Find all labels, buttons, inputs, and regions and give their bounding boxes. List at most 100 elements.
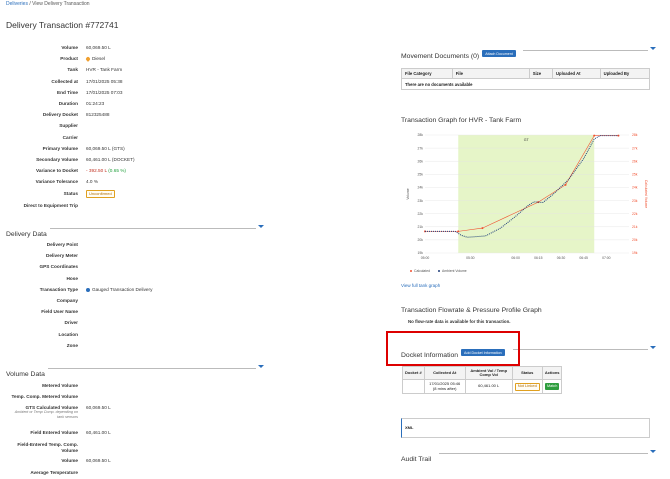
- y-tick-label: 21k: [418, 225, 424, 229]
- transaction-chart: GT 19k 19k 20k 20k 21k 21k 22k 22k 23k 23k 24k 24k 25…: [406, 133, 648, 273]
- detail-label: Carrier: [62, 134, 78, 140]
- detail-row-volume: Volume 60,069.50 L: [6, 43, 264, 54]
- match-button[interactable]: Match: [544, 383, 560, 391]
- y2-tick-label: 21k: [632, 225, 638, 229]
- y-tick-label: 24k: [418, 186, 424, 190]
- breadcrumb-separator: /: [29, 1, 31, 7]
- delivery-label: GPS Coordinates: [39, 264, 78, 270]
- docket-status: Not Linked: [511, 379, 543, 395]
- data-point: [593, 134, 596, 137]
- detail-row-supplier: Supplier: [6, 121, 264, 132]
- product-link[interactable]: Diesel: [85, 56, 106, 62]
- delivery-row: Delivery Point: [6, 240, 264, 251]
- breadcrumb-deliveries-link[interactable]: Deliveries: [6, 1, 28, 7]
- y2-tick-label: 20k: [632, 238, 638, 242]
- x-tick-label: 07:00: [602, 256, 611, 260]
- detail-row-secondary-volume: Secondary Volume 60,461.00 L (DOCKET): [6, 155, 264, 166]
- section-title: Delivery Data: [6, 231, 47, 238]
- docket-volume: 60,461.00 L: [464, 379, 513, 395]
- oil-drop-icon: [85, 56, 91, 62]
- chevron-down-icon[interactable]: [258, 225, 264, 228]
- detail-label: Tank: [67, 67, 78, 73]
- column-header: Status: [511, 365, 543, 381]
- x-tick-label: 05:00: [421, 256, 430, 260]
- delivery-data: Delivery Point Delivery Meter GPS Coordi…: [6, 240, 264, 352]
- no-flow-message: No flow-rate data is available for this …: [408, 319, 511, 324]
- detail-label: Variance Tolerance: [35, 179, 78, 185]
- column-header: Ambient Vol / Temp Comp Vol: [464, 365, 513, 381]
- detail-row-end-time: End Time 17/01/2025 07:03: [6, 88, 264, 99]
- volume-row: Average Temperature: [6, 468, 264, 479]
- attach-document-button[interactable]: Attach Document: [482, 50, 516, 58]
- detail-label: Delivery Docket: [42, 112, 78, 118]
- collected-offset: (8 mins after): [432, 385, 457, 391]
- section-title: Transaction Flowrate & Pressure Profile …: [401, 307, 542, 314]
- delivery-label: Zone: [66, 342, 78, 348]
- detail-row-tolerance: Variance Tolerance 4.0 %: [6, 177, 264, 188]
- product-link-text: Diesel: [92, 56, 106, 62]
- xml-panel[interactable]: XML: [401, 418, 650, 438]
- table-header-row: File Category File Size Uploaded At Uplo…: [401, 68, 651, 79]
- docket-collected: 17/01/2025 05:46 (8 mins after): [423, 379, 466, 395]
- delivery-label: Company: [56, 297, 78, 303]
- delivery-data-section-header[interactable]: Delivery Data: [6, 223, 264, 238]
- chevron-down-icon[interactable]: [650, 47, 656, 50]
- volume-label: Volume: [61, 458, 78, 464]
- legend-item: Calculated: [414, 269, 430, 273]
- column-header: Uploaded By: [599, 68, 651, 79]
- y2-tick-label: 19k: [632, 251, 638, 255]
- chevron-down-icon[interactable]: [650, 450, 656, 453]
- delivery-label: Delivery Point: [46, 242, 78, 247]
- volume-row: GTS Calculated Volume 60,069.50 L Ambient …: [6, 403, 264, 428]
- x-tick-label: 06:00: [511, 256, 520, 260]
- volume-label: Metered Volume: [42, 383, 78, 388]
- detail-label: Status: [63, 191, 78, 197]
- tank-link[interactable]: HVR - Tank Farm: [86, 67, 122, 72]
- volume-data-section-header[interactable]: Volume Data: [6, 363, 264, 378]
- legend-item: Ambient Volume: [442, 269, 467, 273]
- chevron-down-icon[interactable]: [650, 346, 656, 349]
- detail-label: Primary Volume: [42, 145, 78, 151]
- detail-label: Supplier: [59, 123, 78, 129]
- column-header: File Category: [401, 68, 453, 79]
- y-tick-label: 23k: [418, 199, 424, 203]
- section-divider: [513, 349, 648, 350]
- volume-row: Temp. Comp. Metered Volume: [6, 392, 264, 403]
- y-axis-label: Volume: [406, 188, 410, 199]
- volume-row: Field-Entered Temp. Comp. Volume: [6, 440, 264, 456]
- detail-row-status: Status Unconfirmed: [6, 188, 264, 201]
- x-tick-label: 06:45: [579, 256, 588, 260]
- detail-value: 60,461.00 L (DOCKET): [86, 156, 135, 162]
- gauge-icon: [86, 287, 90, 292]
- detail-label: Duration: [58, 100, 78, 106]
- y-tick-label: 28k: [418, 133, 424, 137]
- empty-message: There are no documents available: [401, 78, 650, 90]
- delivery-row: GPS Coordinates: [6, 262, 264, 273]
- volume-label: Field Entered Volume: [30, 430, 78, 436]
- detail-row-variance: Variance to Docket - 392.50 L (0.65 %): [6, 166, 264, 177]
- detail-row-docket: Delivery Docket 812325488: [6, 110, 264, 121]
- detail-value: - 392.50 L (0.65 %): [86, 168, 126, 173]
- y2-tick-label: 24k: [632, 186, 638, 190]
- variance-amount: - 392.50 L: [86, 168, 107, 174]
- transaction-details: Volume 60,069.50 L Product Diesel Tank HVR …: [6, 43, 264, 213]
- view-full-tank-graph-link[interactable]: View full tank graph: [401, 283, 440, 288]
- delivery-row: Company: [6, 296, 264, 307]
- movement-docs-table: File Category File Size Uploaded At Uplo…: [401, 68, 651, 90]
- movement-docs-header: Movement Documents (0) Attach Document: [401, 45, 656, 60]
- detail-label: Secondary Volume: [36, 156, 78, 162]
- column-header: Size: [528, 68, 554, 79]
- detail-row-tank: Tank HVR - Tank Farm: [6, 65, 264, 76]
- volume-row: Metered Volume: [6, 381, 264, 392]
- detail-value: 17/01/2025 07:03: [86, 89, 123, 95]
- section-divider: [439, 453, 648, 454]
- volume-label: Temp. Comp. Metered Volume: [11, 394, 78, 400]
- detail-row-collected-at: Collected at 17/01/2025 05:38: [6, 77, 264, 88]
- page-title: Delivery Transaction #772741: [6, 20, 119, 30]
- data-point: [564, 183, 567, 186]
- delivery-row: Hose: [6, 274, 264, 285]
- chevron-down-icon[interactable]: [258, 365, 264, 368]
- detail-value: 60,069.50 L: [86, 45, 111, 50]
- data-point: [481, 227, 484, 230]
- audit-trail-header[interactable]: Audit Trail: [401, 448, 656, 463]
